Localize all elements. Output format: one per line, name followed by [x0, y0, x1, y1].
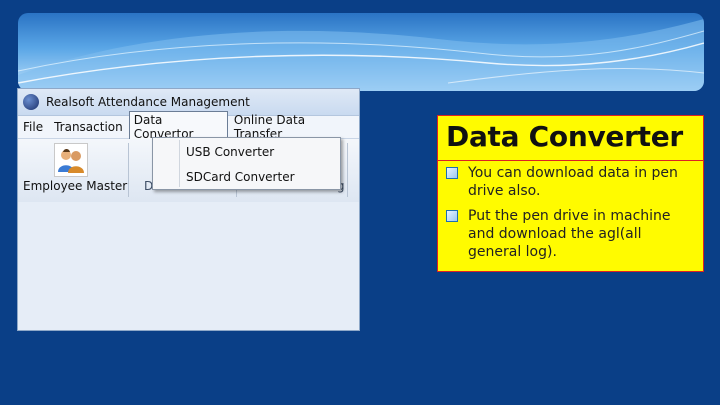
- menu-file[interactable]: File: [18, 118, 48, 136]
- card-divider: [438, 160, 703, 161]
- banner-swoosh-graphic: [18, 19, 704, 91]
- menu-gutter: [179, 140, 180, 187]
- window-title: Realsoft Attendance Management: [46, 95, 250, 109]
- card-title: Data Converter: [446, 120, 683, 153]
- bullet-icon: [446, 210, 458, 222]
- bullet-text: You can download data in pen drive also.: [468, 165, 678, 199]
- menu-bar: File Transaction Data Convertor Online D…: [18, 111, 359, 143]
- app-logo-icon: [23, 94, 39, 110]
- menu-transaction[interactable]: Transaction: [49, 118, 128, 136]
- toolbar-separator: [128, 143, 129, 197]
- employees-icon: [54, 143, 88, 177]
- bullet-icon: [446, 167, 458, 179]
- work-area: [18, 202, 359, 330]
- data-convertor-dropdown: USB Converter SDCard Converter: [152, 137, 341, 190]
- toolbar-separator: [347, 143, 348, 197]
- info-card: Data Converter You can download data in …: [437, 115, 704, 272]
- employee-master-button[interactable]: Employee Master: [18, 139, 128, 202]
- usb-converter-menu-item[interactable]: USB Converter: [186, 145, 274, 159]
- app-window: Realsoft Attendance Management File Tran…: [17, 88, 360, 331]
- decorative-banner: [18, 13, 704, 91]
- bullet-text: Put the pen drive in machine and downloa…: [468, 208, 671, 260]
- employee-master-label: Employee Master: [23, 179, 128, 193]
- sdcard-converter-menu-item[interactable]: SDCard Converter: [186, 170, 295, 184]
